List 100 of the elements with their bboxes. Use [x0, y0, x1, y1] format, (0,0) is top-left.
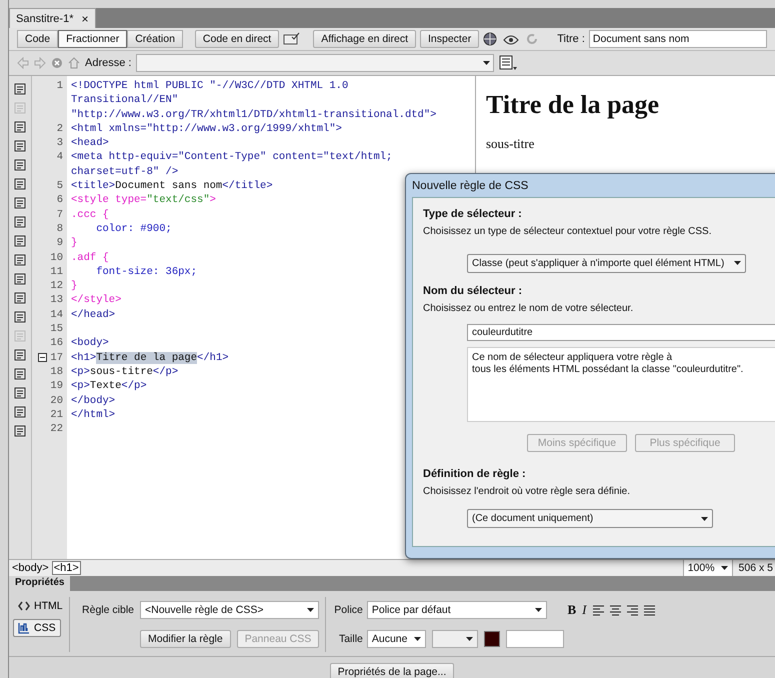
- caret-icon: [466, 637, 472, 641]
- stop-icon[interactable]: [51, 57, 63, 69]
- list-icon[interactable]: [499, 55, 518, 71]
- address-label: Adresse :: [85, 57, 132, 69]
- code-line: .ccc {: [71, 208, 109, 222]
- target-rule-dropdown[interactable]: <Nouvelle règle de CSS>: [140, 601, 320, 619]
- live-code-button[interactable]: Code en direct: [194, 30, 280, 48]
- font-dropdown[interactable]: Police par défaut: [366, 601, 547, 619]
- properties-tab[interactable]: Propriétés: [9, 576, 70, 591]
- code-line: <style type="text/css">: [71, 193, 216, 208]
- line-number: 7: [56, 208, 63, 222]
- globe-icon[interactable]: [483, 32, 500, 46]
- section-heading: Type de sélecteur :: [423, 208, 523, 220]
- code-line: <p>Texte</p>: [71, 379, 147, 394]
- checklist-icon[interactable]: [283, 32, 302, 46]
- line-number: 1: [56, 79, 63, 94]
- address-field[interactable]: [136, 54, 494, 72]
- close-icon[interactable]: ×: [81, 12, 88, 26]
- view-button[interactable]: Fractionner: [58, 30, 128, 48]
- view-button[interactable]: Création: [127, 30, 183, 48]
- code-line: <p>sous-titre</p>: [71, 364, 178, 380]
- line-number: 15: [50, 322, 63, 336]
- edit-rule-button[interactable]: Modifier la règle: [140, 630, 231, 648]
- selector-name-field[interactable]: couleurdutitre: [467, 324, 775, 342]
- inspect-button[interactable]: Inspecter: [420, 30, 480, 48]
- code-line: <h1>Titre de la page</h1>: [71, 350, 229, 365]
- code-line: <html xmlns="http://www.w3.org/1999/xhtml">: [71, 122, 342, 136]
- caret-icon: [307, 608, 314, 612]
- code-line: color: #900;: [95, 222, 172, 236]
- title-field[interactable]: Document sans nom: [588, 30, 767, 48]
- tag-selector-item[interactable]: <body>: [10, 561, 51, 575]
- live-view-button[interactable]: Affichage en direct: [313, 30, 416, 48]
- section-hint: Choisissez l'endroit où votre règle sera définie.: [423, 486, 632, 498]
- justify-icon[interactable]: [644, 604, 655, 616]
- rule-location-dropdown[interactable]: (Ce document uniquement): [467, 509, 713, 528]
- caret-icon: [720, 566, 728, 570]
- window-size: 506 x 5: [738, 562, 773, 574]
- mode-button[interactable]: CSS: [13, 619, 61, 637]
- target-rule-label: Règle cible: [81, 604, 134, 616]
- line-number: 20: [50, 394, 63, 408]
- line-number: 10: [50, 250, 63, 265]
- code-line: <meta http-equiv="Content-Type" content="text/html;: [71, 150, 392, 165]
- line-number: 8: [56, 222, 63, 236]
- code-line: font-size: 36px;: [95, 264, 198, 280]
- font-label: Police: [334, 604, 363, 616]
- line-number: 2: [56, 122, 63, 136]
- color-field[interactable]: [506, 630, 564, 648]
- zoom-dropdown[interactable]: 100%: [682, 559, 733, 577]
- line-number: 4: [56, 150, 63, 165]
- align-center-icon[interactable]: [610, 604, 621, 616]
- line-number: 17: [50, 350, 63, 365]
- page-heading: Titre de la page: [486, 90, 660, 120]
- code-line: "http://www.w3.org/TR/xhtml1/DTD/xhtml1-transitional.dtd">: [71, 108, 436, 122]
- italic-button[interactable]: I: [582, 602, 587, 618]
- size-label: Taille: [338, 633, 363, 645]
- section-heading: Nom du sélecteur :: [423, 284, 524, 297]
- code-line: charset=utf-8" />: [71, 164, 178, 180]
- mode-button[interactable]: HTML: [13, 597, 61, 615]
- line-number: 14: [50, 308, 63, 322]
- line-number: 11: [50, 264, 63, 280]
- line-number: 18: [50, 364, 63, 380]
- caret-icon: [734, 261, 742, 266]
- tag-selector-item[interactable]: <h1>: [52, 561, 81, 575]
- code-brackets-icon: [18, 601, 30, 611]
- line-number: 6: [56, 193, 63, 208]
- code-line: Transitional//EN": [71, 93, 178, 108]
- view-button[interactable]: Code: [17, 30, 58, 48]
- code-line: .adf {: [71, 250, 109, 265]
- code-line: <head>: [71, 136, 109, 150]
- code-line: </head>: [71, 308, 116, 322]
- line-number: 19: [50, 379, 63, 394]
- line-number: 3: [56, 136, 63, 150]
- description-box: Ce nom de sélecteur appliquera votre règle à tous les éléments HTML possédant la classe "couleurdutitre".: [467, 347, 775, 422]
- code-line: <!DOCTYPE html PUBLIC "-//W3C//DTD XHTML 1.0: [71, 79, 348, 94]
- code-line: <body>: [71, 336, 109, 351]
- align-left-icon[interactable]: [592, 604, 604, 616]
- color-swatch[interactable]: [484, 631, 500, 647]
- dialog-title: Nouvelle règle de CSS: [411, 179, 530, 194]
- bold-button[interactable]: B: [568, 602, 576, 618]
- line-number: 22: [50, 422, 63, 436]
- code-line: }: [71, 279, 78, 294]
- section-heading: Définition de règle :: [423, 468, 527, 480]
- section-hint: Choisissez ou entrez le nom de votre sélecteur.: [423, 302, 634, 314]
- line-number: 13: [50, 293, 63, 308]
- page-properties-button[interactable]: Propriétés de la page...: [330, 663, 454, 678]
- align-right-icon[interactable]: [626, 604, 638, 616]
- line-number: 21: [50, 408, 63, 422]
- line-number: 5: [56, 179, 63, 194]
- title-label: Titre :: [557, 33, 585, 45]
- document-tab[interactable]: Sanstitre-1* ×: [9, 8, 96, 28]
- section-hint: Choisissez un type de sélecteur contextuel pour votre règle CSS.: [423, 226, 712, 237]
- bar-chart-icon: [18, 622, 30, 634]
- code-line: <title>Document sans nom</title>: [71, 179, 273, 194]
- selector-type-dropdown[interactable]: Classe (peut s'appliquer à n'importe quel élément HTML): [467, 254, 746, 273]
- size-dropdown[interactable]: Aucune: [366, 630, 426, 648]
- caret-icon: [483, 61, 490, 65]
- caret-icon: [534, 608, 542, 612]
- caret-icon: [701, 516, 708, 521]
- caret-icon: [414, 637, 420, 641]
- code-line: </style>: [71, 293, 122, 308]
